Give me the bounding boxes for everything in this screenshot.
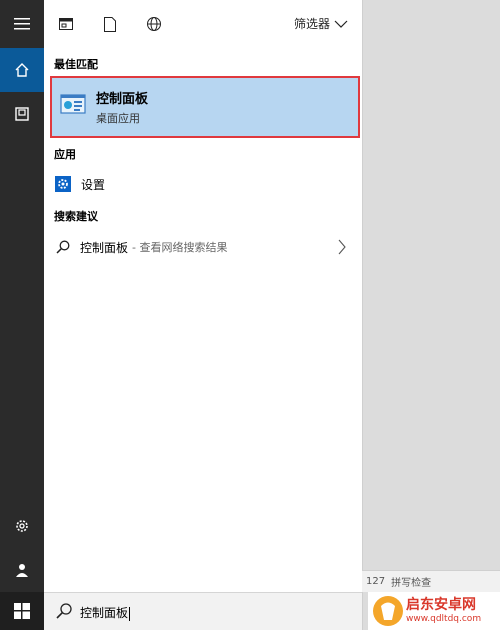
search-icon [56, 603, 72, 619]
results-toolbar: 筛选器 [44, 0, 362, 48]
strip-item: 拼写检查 [391, 578, 432, 589]
app-result-label: 设置 [81, 177, 106, 192]
section-best-match: 最佳匹配 [54, 58, 98, 71]
suggestion-result[interactable]: 控制面板 - 查看网络搜索结果 [52, 233, 358, 261]
best-match-result[interactable]: 控制面板 桌面应用 [50, 76, 360, 138]
file-icon [104, 16, 116, 32]
gear-icon [16, 520, 28, 532]
hamburger-icon [14, 18, 30, 30]
suggestion-label: 控制面板 [80, 240, 129, 255]
strip-item: 127 [366, 576, 386, 587]
user-icon [16, 564, 28, 577]
best-match-subtitle: 桌面应用 [96, 112, 140, 125]
app-result-settings[interactable]: 设置 [52, 170, 358, 198]
document-icon [15, 107, 29, 121]
start-button[interactable] [0, 592, 44, 630]
section-apps: 应用 [54, 148, 76, 161]
search-value: 控制面板 [80, 606, 129, 620]
home-icon [15, 63, 29, 77]
watermark-logo: 启东安卓网 www.qdltdq.com [368, 592, 500, 630]
search-box[interactable]: 控制面板 [44, 592, 362, 630]
documents-filter-button[interactable] [100, 14, 120, 34]
start-rail [0, 0, 44, 630]
user-button[interactable] [0, 548, 44, 592]
settings-button[interactable] [0, 504, 44, 548]
globe-icon [147, 17, 161, 31]
section-suggestions: 搜索建议 [54, 210, 98, 223]
home-button[interactable] [0, 48, 44, 92]
control-panel-icon [60, 94, 86, 114]
windows-logo-icon [14, 603, 30, 619]
search-results-panel: 筛选器 最佳匹配 控制面板 桌面应用 应用 设置 搜索建议 控制面板 - 查看网… [44, 0, 362, 592]
menu-button[interactable] [0, 2, 44, 46]
web-filter-button[interactable] [144, 14, 164, 34]
filter-label: 筛选器 [293, 17, 330, 31]
text-caret [129, 606, 131, 621]
filter-dropdown[interactable]: 筛选器 [294, 15, 348, 32]
suggestion-hint: - 查看网络搜索结果 [132, 241, 228, 254]
chevron-down-icon [334, 20, 348, 28]
desktop-background [362, 0, 500, 630]
watermark-badge-icon [373, 596, 403, 626]
watermark-url: www.qdltdq.com [406, 614, 482, 624]
chevron-right-icon [338, 239, 346, 255]
search-icon [56, 240, 70, 254]
apps-filter-button[interactable] [56, 14, 76, 34]
settings-app-icon [55, 176, 71, 192]
documents-button[interactable] [0, 92, 44, 136]
background-window-strip: 127 拼写检查 [362, 570, 500, 592]
window-icon [59, 18, 73, 30]
best-match-title: 控制面板 [96, 92, 149, 107]
watermark-title: 启东安卓网 [406, 597, 476, 613]
search-input[interactable]: 控制面板 [80, 604, 131, 621]
